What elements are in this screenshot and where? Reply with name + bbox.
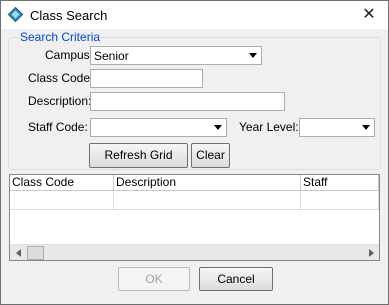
chevron-down-icon[interactable] xyxy=(357,119,374,136)
grid-cell[interactable] xyxy=(10,191,114,210)
refresh-grid-label: Refresh Grid xyxy=(104,148,173,162)
title-bar[interactable]: Class Search ✕ xyxy=(1,1,388,29)
year-level-select[interactable] xyxy=(299,118,375,137)
column-header-class-code[interactable]: Class Code xyxy=(10,175,114,191)
clear-button[interactable]: Clear xyxy=(191,143,230,168)
chevron-down-icon[interactable] xyxy=(244,47,261,64)
ok-label: OK xyxy=(145,272,163,286)
class-code-input[interactable] xyxy=(90,69,203,88)
window-title: Class Search xyxy=(30,8,108,23)
chevron-down-icon[interactable] xyxy=(209,119,226,136)
class-code-label: Class Code: xyxy=(28,71,94,85)
year-level-label: Year Level: xyxy=(239,120,299,134)
grid-cell[interactable] xyxy=(301,191,379,210)
column-header-staff[interactable]: Staff xyxy=(301,175,379,191)
campus-label: Campus: xyxy=(45,48,94,62)
search-criteria-legend: Search Criteria xyxy=(19,30,102,44)
scroll-left-icon[interactable] xyxy=(10,245,26,260)
scrollbar-thumb[interactable] xyxy=(27,246,44,260)
close-button[interactable]: ✕ xyxy=(359,6,379,24)
description-label: Description: xyxy=(28,94,92,108)
cancel-button[interactable]: Cancel xyxy=(199,267,273,291)
app-diamond-icon xyxy=(8,7,23,22)
campus-select-value: Senior xyxy=(94,49,129,63)
scroll-right-icon[interactable] xyxy=(363,245,379,260)
class-search-window: Class Search ✕ Search Criteria Campus: S… xyxy=(0,0,389,305)
campus-select[interactable]: Senior xyxy=(90,46,262,65)
horizontal-scrollbar[interactable] xyxy=(10,244,379,260)
clear-label: Clear xyxy=(196,148,225,162)
search-criteria-group: Search Criteria Campus: Senior Class Cod… xyxy=(8,31,381,170)
staff-code-select[interactable] xyxy=(90,118,227,137)
cancel-label: Cancel xyxy=(217,272,255,286)
refresh-grid-button[interactable]: Refresh Grid xyxy=(89,143,188,168)
ok-button[interactable]: OK xyxy=(118,267,190,291)
staff-code-label: Staff Code: xyxy=(28,120,88,134)
column-header-description[interactable]: Description xyxy=(114,175,301,191)
class-grid[interactable]: Class Code Description Staff xyxy=(9,174,380,261)
description-input[interactable] xyxy=(90,92,285,111)
grid-cell[interactable] xyxy=(114,191,301,210)
